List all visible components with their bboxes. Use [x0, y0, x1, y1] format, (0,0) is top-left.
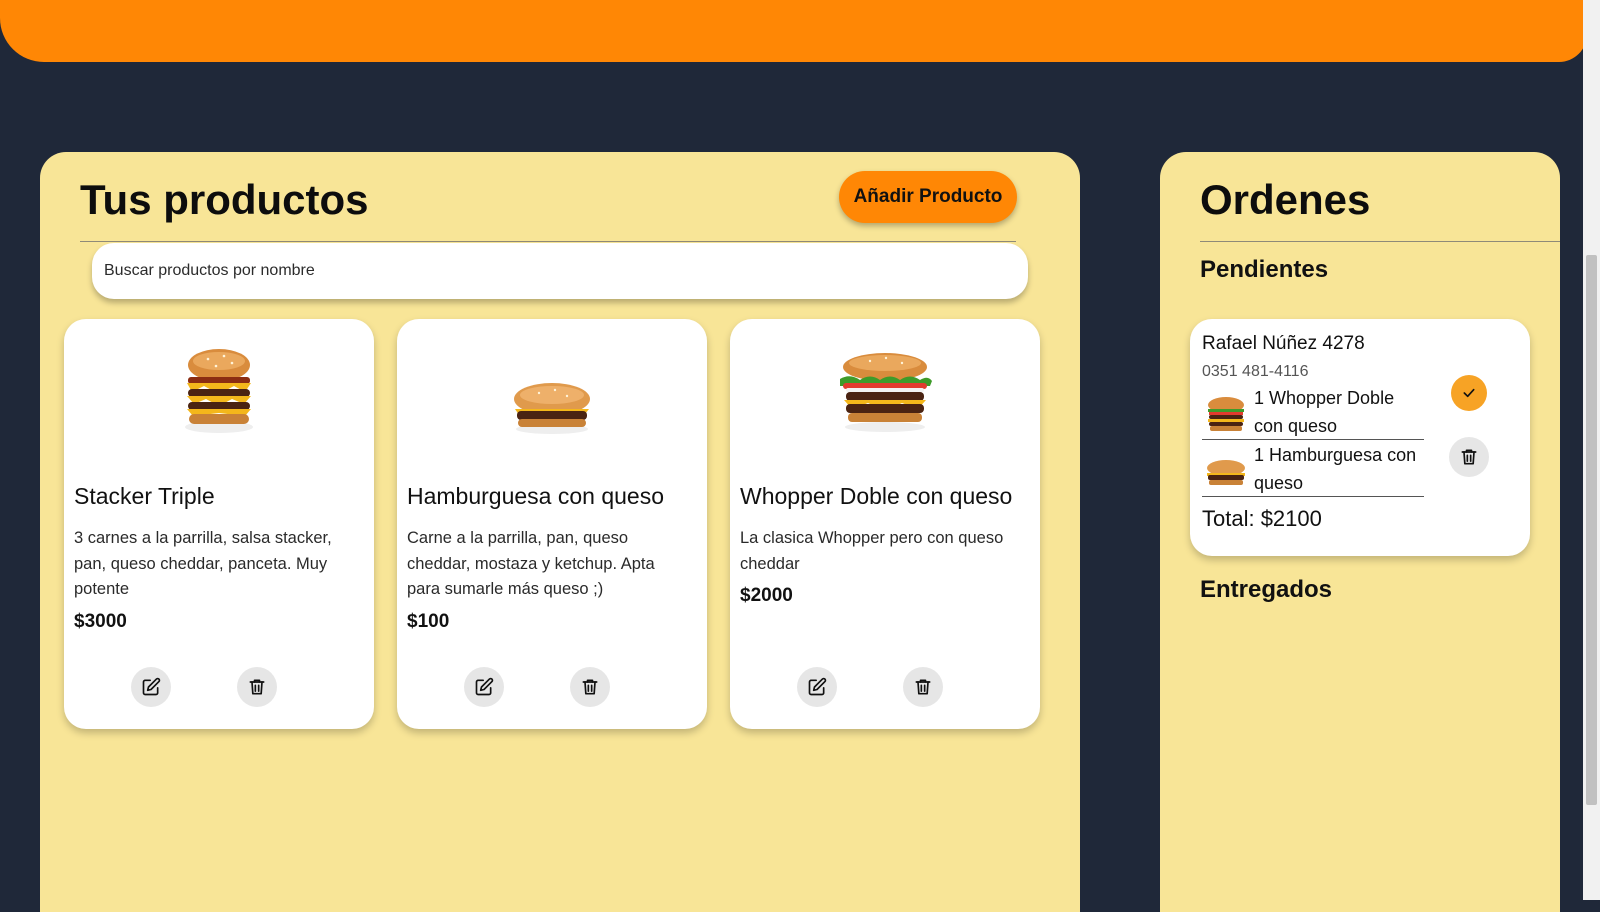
order-total: Total: $2100 [1202, 506, 1322, 531]
product-card: Stacker Triple 3 carnes a la parrilla, s… [64, 319, 374, 729]
products-title: Tus productos [80, 176, 369, 223]
scrollbar-thumb[interactable] [1586, 255, 1597, 805]
edit-product-button[interactable] [464, 667, 504, 707]
order-customer: Rafael Núñez 4278 [1202, 333, 1365, 354]
delete-order-button[interactable] [1449, 437, 1489, 477]
check-icon [1463, 388, 1475, 398]
product-name: Hamburguesa con queso [407, 483, 664, 509]
delete-product-button[interactable] [903, 667, 943, 707]
order-item: 1 Whopper Doble con queso [1202, 384, 1424, 440]
confirm-order-button[interactable] [1451, 375, 1487, 411]
product-card: Hamburguesa con queso Carne a la parrill… [397, 319, 707, 729]
trash-icon [582, 679, 598, 695]
orders-title: Ordenes [1200, 176, 1371, 223]
order-item-label: 1 Whopper Doble con queso [1254, 388, 1395, 436]
product-description: 3 carnes a la parrilla, salsa stacker, p… [74, 529, 332, 598]
order-phone: 0351 481-4116 [1202, 363, 1309, 380]
edit-icon [142, 677, 161, 696]
order-card: Rafael Núñez 4278 0351 481-4116 1 Whoppe… [1190, 319, 1530, 556]
orders-panel: Ordenes Pendientes Rafael Núñez 4278 035… [1160, 152, 1560, 912]
edit-product-button[interactable] [797, 667, 837, 707]
product-description: Carne a la parrilla, pan, queso cheddar,… [407, 529, 655, 598]
product-name: Stacker Triple [74, 483, 215, 509]
edit-icon [808, 677, 827, 696]
burger-whopper-double-image [840, 353, 932, 432]
burger-cheeseburger-thumb [1207, 460, 1245, 485]
product-name: Whopper Doble con queso [740, 483, 1013, 509]
product-price: $3000 [74, 611, 127, 632]
order-item-label: 1 Hamburguesa con queso [1254, 445, 1417, 493]
burger-cheeseburger-image [514, 383, 590, 434]
trash-icon [915, 679, 931, 695]
page-scrollbar[interactable] [1583, 0, 1600, 900]
add-product-button[interactable]: Añadir Producto [839, 171, 1017, 223]
trash-icon [249, 679, 265, 695]
edit-icon [475, 677, 494, 696]
delete-product-button[interactable] [237, 667, 277, 707]
product-price: $2000 [740, 585, 793, 606]
products-panel: Tus productos Añadir Producto Stacker Tr… [40, 152, 1080, 912]
order-item: 1 Hamburguesa con queso [1202, 441, 1424, 497]
burger-whopper-double-thumb [1208, 397, 1244, 431]
product-price: $100 [407, 611, 450, 632]
product-description: La clasica Whopper pero con queso chedda… [740, 529, 1004, 573]
product-card: Whopper Doble con queso La clasica Whopp… [730, 319, 1040, 729]
delete-product-button[interactable] [570, 667, 610, 707]
burger-stacker-triple-image [185, 349, 253, 433]
delivered-section-title: Entregados [1200, 576, 1333, 603]
search-input[interactable] [92, 243, 1028, 299]
pending-section-title: Pendientes [1200, 256, 1329, 283]
trash-icon [1461, 449, 1477, 465]
orders-divider [1200, 241, 1560, 242]
edit-product-button[interactable] [131, 667, 171, 707]
products-divider [80, 241, 1016, 242]
header-bar [0, 0, 1587, 62]
